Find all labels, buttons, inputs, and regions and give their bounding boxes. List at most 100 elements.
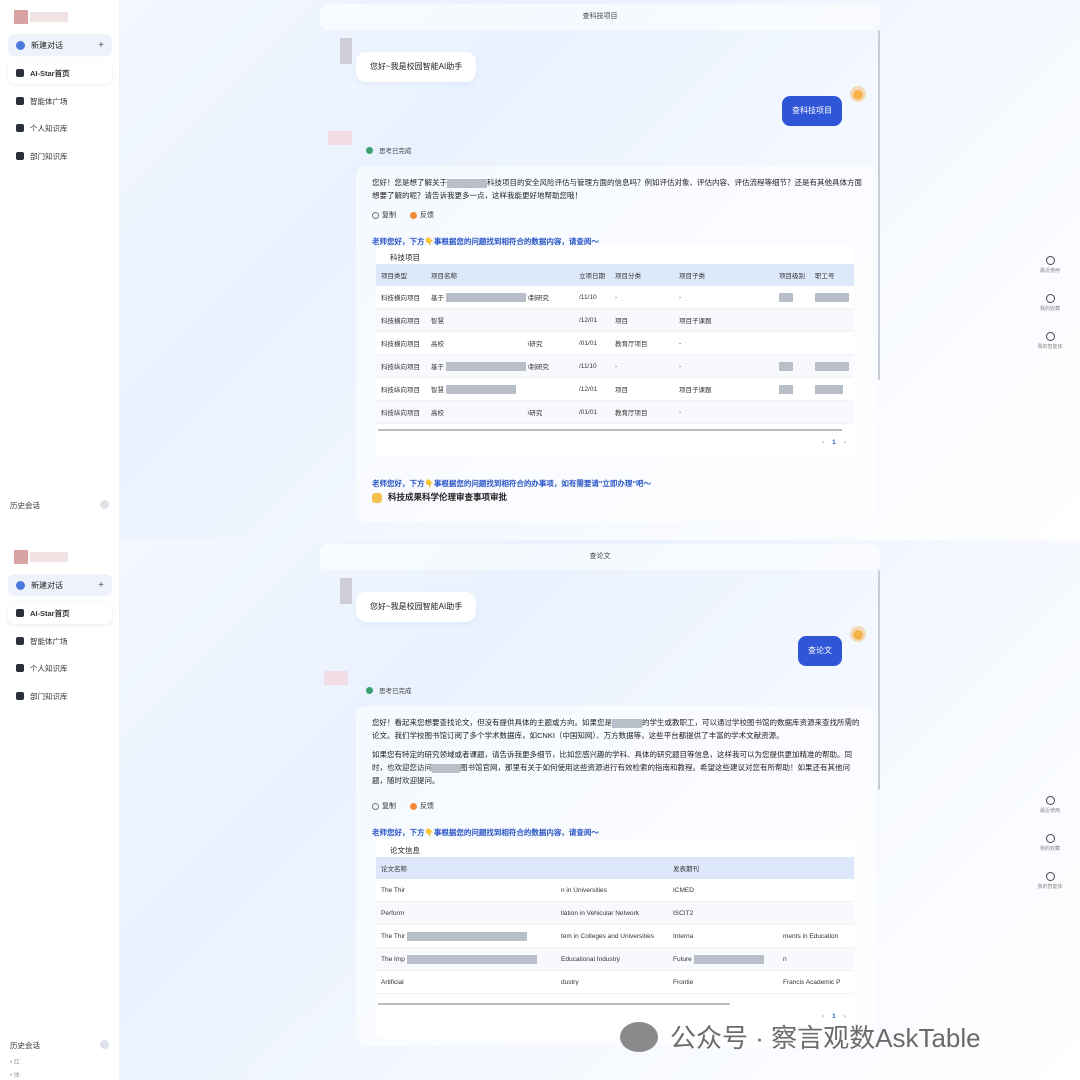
rail-label: 最近使用 [1039, 268, 1060, 274]
new-chat-button[interactable]: 新建对话 + [8, 574, 112, 596]
table-cell: Frontie [673, 978, 694, 986]
redacted-block [815, 384, 843, 394]
redacted-block [432, 763, 460, 773]
col-header: 发表期刊 [673, 866, 699, 873]
favorites-button[interactable]: 我的收藏 [1032, 834, 1068, 872]
table-cell: ments in Education [783, 932, 839, 940]
redacted-block [447, 178, 487, 188]
sidebar-item-label: 个人知识库 [30, 663, 68, 673]
table-cell: 智慧 [426, 384, 574, 395]
rail-label: 我的收藏 [1039, 846, 1060, 852]
my-agents-button[interactable]: 我的智能体 [1032, 332, 1068, 370]
table-cell: /01/01 [579, 339, 598, 347]
my-agents-button[interactable]: 我的智能体 [1032, 872, 1068, 910]
history-item[interactable]: • 红 [10, 1057, 20, 1066]
sidebar-item-department-kb[interactable]: 部门知识库 [8, 145, 112, 167]
new-chat-button[interactable]: 新建对话 + [8, 34, 112, 56]
history-item[interactable]: • 体 [10, 1070, 20, 1079]
sidebar-item-label: 部门知识库 [30, 691, 68, 701]
favorites-button[interactable]: 我的收藏 [1032, 294, 1068, 332]
affair-hint: 老师您好，下方👇事根据您的问题找到相符合的办事项，如有需要请"立即办理"吧～ [372, 479, 651, 488]
history-toggle-icon[interactable] [100, 1040, 109, 1049]
table-cell: /12/01 [579, 316, 598, 324]
redacted-block [693, 954, 764, 964]
answer-text: 您好！看起来您想要查找论文，但没有提供具体的主题或方向。如果您是 的学生或教职工，… [372, 716, 862, 793]
recent-used-button[interactable]: 最近使用 [1032, 796, 1068, 834]
col-header: 论文名称 [381, 866, 407, 873]
feedback-button[interactable]: 反馈 [410, 210, 434, 220]
chat-area: 查论文 您好~我是校园智能AI助手 查论文 思考已完成 您好！看起来您想要查找论… [120, 540, 1080, 1080]
copy-label: 复制 [382, 803, 396, 810]
col-header: 项目分类 [615, 273, 641, 280]
sidebar-item-personal-kb[interactable]: 个人知识库 [8, 117, 112, 139]
sidebar-item-personal-kb[interactable]: 个人知识库 [8, 657, 112, 679]
next-page-icon[interactable]: › [844, 439, 846, 446]
cell-text: \制研究 [527, 363, 549, 371]
table-cell: - [615, 293, 618, 301]
sidebar-item-department-kb[interactable]: 部门知识库 [8, 685, 112, 707]
app-logo [14, 10, 68, 24]
cell-text: 智慧 [431, 318, 444, 325]
projects-table: 项目类型 项目名称 立项日期 项目分类 项目子类 项目级别 职工号 科技横向项目… [376, 264, 854, 424]
feedback-label: 反馈 [420, 212, 434, 219]
folder-icon [16, 152, 24, 160]
table-row: 科技纵向项目 基于 \制研究 /11/10 - - [376, 355, 854, 378]
table-cell: - [679, 408, 682, 416]
col-header: 立项日期 [579, 273, 605, 280]
greeting-bubble: 您好~我是校园智能AI助手 [356, 52, 477, 82]
rail-label: 我的智能体 [1037, 344, 1063, 350]
watermark: 公众号 · 察言观数AskTable [620, 1018, 981, 1055]
table-cell: 智慧 [426, 315, 574, 325]
cell-text: 高校 [431, 410, 444, 417]
table-horizontal-scrollbar[interactable] [378, 1003, 730, 1005]
table-cell: - [679, 362, 682, 370]
cell-text: The Thir [381, 932, 406, 940]
sidebar-item-agents[interactable]: 智能体广场 [8, 630, 112, 652]
message-actions: 复制 反馈 [372, 210, 434, 220]
chat-area: 查科技项目 您好~我是校园智能AI助手 查科技项目 思考已完成 您好！您是想了解… [120, 0, 1080, 540]
plus-icon[interactable]: + [98, 580, 104, 591]
table-cell: 科技横向项目 [381, 341, 420, 348]
sidebar-item-home[interactable]: AI-Star首页 [8, 602, 112, 624]
sidebar-item-home[interactable]: AI-Star首页 [8, 62, 112, 84]
table-cell: dustry [561, 978, 579, 986]
chat-icon [16, 580, 25, 590]
redacted-block [406, 931, 527, 941]
copy-label: 复制 [382, 212, 396, 219]
feedback-button[interactable]: 反馈 [410, 801, 434, 811]
copy-button[interactable]: 复制 [372, 210, 396, 220]
rail-label: 我的收藏 [1039, 306, 1060, 312]
table-cell: 项目子课题 [679, 387, 712, 394]
plus-icon[interactable]: + [98, 40, 104, 51]
table-cell: Francis Academic P [783, 978, 841, 986]
table-cell: - [615, 362, 618, 370]
star-icon [1045, 834, 1055, 843]
chat-scrollbar[interactable] [878, 30, 880, 380]
table-cell: Perform [381, 909, 405, 917]
prev-page-icon[interactable]: ‹ [822, 439, 824, 446]
table-horizontal-scrollbar[interactable] [378, 429, 842, 431]
history-toggle-icon[interactable] [100, 500, 109, 509]
table-cell: The Imp [376, 954, 556, 964]
cell-text: \制研究 [527, 294, 549, 302]
table-title: 论文信息 [390, 846, 420, 855]
copy-button[interactable]: 复制 [372, 801, 396, 811]
redacted-block [612, 718, 642, 728]
recent-used-button[interactable]: 最近使用 [1032, 256, 1068, 294]
table-cell: 科技纵向项目 [381, 387, 420, 394]
table-row: The Thir tem in Colleges and Universitie… [376, 925, 854, 948]
papers-table: 论文名称 发表期刊 The Thir n in Universities ICM… [376, 857, 854, 994]
assistant-avatar [324, 671, 348, 685]
data-table-card: 科技项目 项目类型 项目名称 立项日期 项目分类 项目子类 项目级别 职工号 科… [376, 246, 854, 456]
sidebar-item-agents[interactable]: 智能体广场 [8, 90, 112, 112]
col-header: 项目级别 [779, 273, 805, 280]
col-header: 项目名称 [431, 273, 457, 280]
table-cell [774, 292, 810, 302]
page-number[interactable]: 1 [832, 439, 836, 446]
table-cell: /01/01 [579, 408, 598, 416]
table-cell: 科技纵向项目 [381, 410, 420, 417]
cell-text: \研究 [527, 341, 543, 348]
affair-item[interactable]: 科技成果科学伦理审查事项审批 [372, 491, 507, 503]
chat-scrollbar[interactable] [878, 570, 880, 790]
feedback-label: 反馈 [420, 803, 434, 810]
